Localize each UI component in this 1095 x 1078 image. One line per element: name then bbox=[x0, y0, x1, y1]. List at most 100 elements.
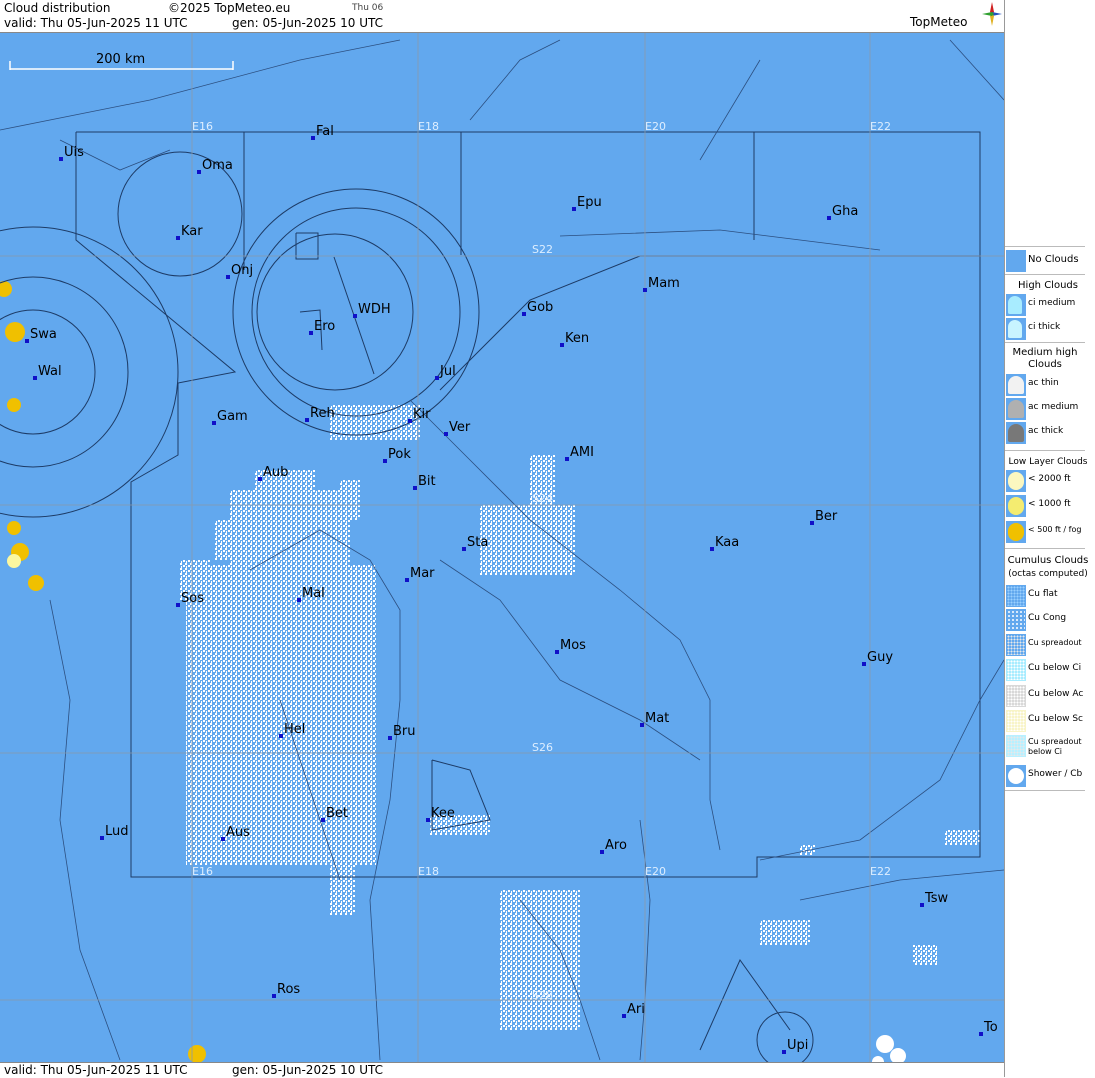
place-label: Ber bbox=[815, 509, 838, 524]
legend-low-fog: < 500 ft / fog bbox=[1005, 521, 1087, 543]
place-label: Bru bbox=[393, 724, 416, 739]
place-marker bbox=[305, 418, 309, 422]
place-marker bbox=[25, 339, 29, 343]
cumulus-cloud-patch bbox=[945, 830, 980, 845]
grid-label-lon-top: E20 bbox=[645, 120, 666, 133]
place-label: Upi bbox=[787, 1038, 808, 1053]
place-guy: Guy bbox=[862, 650, 893, 666]
place-label: Sos bbox=[181, 591, 204, 606]
legend-cumulus-title: Cumulus Clouds bbox=[1007, 555, 1089, 566]
place-epu: Epu bbox=[572, 195, 602, 211]
cumulus-cloud-patch bbox=[800, 845, 815, 855]
place-marker bbox=[176, 603, 180, 607]
place-marker bbox=[435, 376, 439, 380]
place-ken: Ken bbox=[560, 331, 589, 347]
place-marker bbox=[309, 331, 313, 335]
place-label: Mal bbox=[302, 586, 325, 601]
place-label: To bbox=[983, 1020, 998, 1035]
place-label: Bet bbox=[326, 806, 348, 821]
place-wdh: WDH bbox=[353, 302, 391, 318]
place-label: Kir bbox=[413, 407, 431, 422]
place-marker bbox=[920, 903, 924, 907]
map-title: Cloud distribution bbox=[4, 1, 111, 15]
legend-ac-thick: ac thick bbox=[1005, 422, 1087, 444]
place-marker bbox=[565, 457, 569, 461]
place-marker bbox=[279, 734, 283, 738]
place-label: Onj bbox=[231, 263, 253, 278]
legend-low-1000: < 1000 ft bbox=[1005, 495, 1087, 517]
grid-label-lat: S24 bbox=[532, 492, 553, 505]
generated-time: gen: 05-Jun-2025 10 UTC bbox=[232, 16, 384, 30]
place-gam: Gam bbox=[212, 409, 248, 425]
place-tsw: Tsw bbox=[920, 891, 949, 907]
cumulus-cloud-patch bbox=[340, 480, 360, 520]
grid-label-lon-bottom: E16 bbox=[192, 865, 213, 878]
legend-shower-cb: Shower / Cb bbox=[1005, 765, 1087, 787]
legend-cu-spreadout: Cu spreadout bbox=[1005, 634, 1087, 656]
brand-logo-text: TopMeteo bbox=[910, 15, 968, 29]
legend-low-2000: < 2000 ft bbox=[1005, 470, 1087, 492]
place-mos: Mos bbox=[555, 638, 586, 654]
cumulus-cloud-patch bbox=[230, 490, 350, 570]
grid-label-lat: S26 bbox=[532, 741, 553, 754]
legend-cu-spreadout-below-ci: Cu spreadout below Ci bbox=[1005, 735, 1087, 761]
place-marker bbox=[710, 547, 714, 551]
place-label: Guy bbox=[867, 650, 893, 665]
place-label: Mat bbox=[645, 711, 669, 726]
legend-panel: No Clouds High Clouds ci medium ci thick… bbox=[1004, 0, 1095, 1077]
place-marker bbox=[221, 837, 225, 841]
place-label: Bit bbox=[418, 474, 436, 489]
place-marker bbox=[388, 736, 392, 740]
legend-high-title: High Clouds bbox=[1018, 280, 1078, 291]
place-bru: Bru bbox=[388, 724, 416, 740]
cloud-map[interactable]: E16 E18 E20 E22 E16 E18 E20 E22 S22 S24 S26 S28 Uis… bbox=[0, 33, 1004, 1062]
place-label: Kar bbox=[181, 224, 203, 239]
place-marker bbox=[522, 312, 526, 316]
place-label: Ken bbox=[565, 331, 589, 346]
place-label: Gob bbox=[527, 300, 553, 315]
place-kee: Kee bbox=[426, 806, 455, 822]
place-aro: Aro bbox=[600, 838, 627, 854]
place-marker bbox=[33, 376, 37, 380]
legend-cu-below-ac: Cu below Ac bbox=[1005, 685, 1087, 707]
legend-cu-flat: Cu flat bbox=[1005, 585, 1087, 607]
footer-valid-time: valid: Thu 05-Jun-2025 11 UTC bbox=[4, 1063, 188, 1077]
place-mat: Mat bbox=[640, 711, 669, 727]
valid-time: valid: Thu 05-Jun-2025 11 UTC bbox=[4, 16, 188, 30]
place-label: Aro bbox=[605, 838, 627, 853]
cumulus-cloud-patch bbox=[330, 860, 355, 915]
place-marker bbox=[782, 1050, 786, 1054]
place-marker bbox=[353, 314, 357, 318]
shower-cell bbox=[7, 554, 21, 568]
place-label: Gha bbox=[832, 204, 858, 219]
place-label: Hel bbox=[284, 722, 305, 737]
cumulus-cloud-patch bbox=[760, 920, 810, 945]
legend-ac-thin: ac thin bbox=[1005, 374, 1087, 396]
cumulus-cloud-patch bbox=[290, 740, 375, 850]
place-label: Fal bbox=[316, 124, 334, 139]
place-ros: Ros bbox=[272, 982, 300, 998]
place-marker bbox=[408, 419, 412, 423]
place-marker bbox=[272, 994, 276, 998]
cumulus-cloud-patch bbox=[912, 945, 937, 965]
cumulus-cloud-patch bbox=[500, 890, 580, 1030]
place-kaa: Kaa bbox=[710, 535, 739, 551]
grid-label-lat: S28 bbox=[532, 989, 553, 1002]
legend-low-title: Low Layer Clouds bbox=[1008, 457, 1088, 467]
grid-label-lon-top: E16 bbox=[192, 120, 213, 133]
place-marker bbox=[59, 157, 63, 161]
place-label: Reh bbox=[310, 406, 335, 421]
place-marker bbox=[197, 170, 201, 174]
place-marker bbox=[862, 662, 866, 666]
place-marker bbox=[444, 432, 448, 436]
place-label: Uis bbox=[64, 145, 84, 160]
place-mal: Mal bbox=[297, 586, 325, 602]
place-marker bbox=[383, 459, 387, 463]
place-gob: Gob bbox=[522, 300, 553, 316]
grid-label-lat: S22 bbox=[532, 243, 553, 256]
legend-cu-below-ci: Cu below Ci bbox=[1005, 659, 1087, 681]
grid-label-lon-bottom: E18 bbox=[418, 865, 439, 878]
day-label: Thu 06 bbox=[352, 3, 384, 13]
place-mam: Mam bbox=[643, 276, 680, 292]
place-label: Swa bbox=[30, 327, 57, 342]
